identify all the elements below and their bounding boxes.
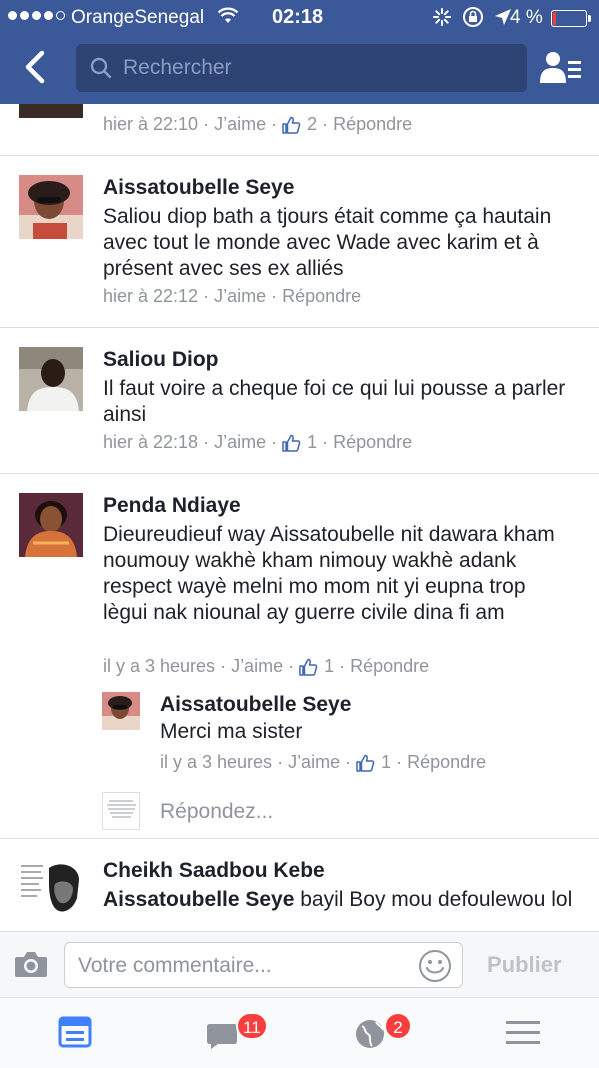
- profile-photo: [19, 858, 83, 922]
- rotation-lock-icon: [463, 7, 483, 27]
- like-link[interactable]: J’aime: [214, 286, 266, 307]
- comment-meta: il y a 3 heures · J’aime · 1 · Répondre: [103, 656, 430, 677]
- like-link[interactable]: J’aime: [231, 656, 283, 677]
- comment-author[interactable]: Aissatoubelle Seye: [103, 176, 294, 200]
- thumbs-up-icon: [282, 116, 301, 134]
- signal-strength-icon: [8, 11, 65, 20]
- menu-icon[interactable]: [503, 1014, 543, 1050]
- reply-author[interactable]: Aissatoubelle Seye: [160, 693, 351, 717]
- status-icons: [432, 6, 512, 28]
- reply-timestamp: il y a 3 heures: [160, 752, 273, 772]
- reply-link[interactable]: Répondre: [333, 432, 412, 453]
- avatar[interactable]: [19, 175, 83, 239]
- comment-author[interactable]: Penda Ndiaye: [103, 494, 241, 518]
- comment-author[interactable]: Saliou Diop: [103, 348, 219, 372]
- notifications-badge: 2: [384, 1012, 412, 1040]
- current-user-avatar: [102, 792, 140, 830]
- comment-item: Saliou Diop Il faut voire a cheque foi c…: [0, 328, 599, 474]
- profile-photo: [19, 493, 83, 557]
- like-link[interactable]: J’aime: [214, 114, 266, 135]
- reply-link[interactable]: Répondre: [333, 114, 412, 135]
- news-feed-icon[interactable]: [56, 1014, 96, 1050]
- reply-meta: il y a 3 heures · J’aime · 1 · Répondre: [160, 752, 487, 773]
- search-bar[interactable]: Rechercher: [76, 44, 527, 92]
- avatar[interactable]: [19, 104, 83, 118]
- tab-bar: 11 2: [0, 997, 599, 1068]
- search-placeholder: Rechercher: [123, 56, 232, 79]
- reply-text: Merci ma sister: [160, 720, 303, 743]
- camera-icon[interactable]: [14, 950, 48, 978]
- reply-link[interactable]: Répondre: [407, 752, 486, 773]
- thumbs-up-icon: [356, 754, 375, 772]
- comment-author[interactable]: Cheikh Saadbou Kebe: [103, 859, 325, 883]
- comment-item: hier à 22:10 · J’aime · 2 · Répondre: [0, 104, 599, 156]
- like-link[interactable]: J’aime: [288, 752, 340, 773]
- like-count: 2: [307, 114, 318, 134]
- comment-timestamp: il y a 3 heures: [103, 656, 216, 676]
- back-chevron-icon[interactable]: [22, 50, 48, 84]
- profile-photo: [19, 175, 83, 239]
- comment-timestamp: hier à 22:12: [103, 286, 199, 306]
- mention-link[interactable]: Aissatoubelle Seye: [103, 888, 294, 911]
- battery-icon: [551, 10, 591, 27]
- comment-text-body: bayil Boy mou defoulewou lol: [294, 888, 573, 911]
- comment-composer: Votre commentaire... Publier: [0, 931, 599, 997]
- comment-item: Aissatoubelle Seye Saliou diop bath a tj…: [0, 156, 599, 328]
- comment-timestamp: hier à 22:18: [103, 432, 199, 452]
- reply-input[interactable]: Répondez...: [160, 800, 273, 824]
- clock: 02:18: [272, 6, 324, 28]
- navigation-bar: OrangeSenegal 02:18 4 % Rechercher: [0, 0, 599, 104]
- thumbs-up-icon: [299, 658, 318, 676]
- comment-text: Dieureudieuf way Aissatoubelle nit dawar…: [103, 523, 555, 624]
- profile-photo: [102, 692, 140, 730]
- comment-meta: hier à 22:10 · J’aime · 2 · Répondre: [103, 114, 413, 135]
- reply-link[interactable]: Répondre: [350, 656, 429, 677]
- emoji-icon[interactable]: [418, 949, 452, 983]
- wifi-icon: [217, 7, 239, 23]
- comment-text: Aissatoubelle Seye bayil Boy mou defoule…: [103, 887, 573, 913]
- messages-icon[interactable]: [202, 1014, 242, 1050]
- comment-timestamp: hier à 22:10: [103, 114, 199, 134]
- activity-spinner-icon: [433, 8, 451, 26]
- carrier-name: OrangeSenegal: [71, 7, 205, 28]
- publish-button[interactable]: Publier: [487, 952, 562, 978]
- comment-placeholder: Votre commentaire...: [78, 954, 272, 977]
- avatar[interactable]: [19, 493, 83, 557]
- comment-list[interactable]: hier à 22:10 · J’aime · 2 · Répondre Ais…: [0, 104, 599, 931]
- like-count: 1: [381, 752, 392, 772]
- reply-link[interactable]: Répondre: [282, 286, 361, 307]
- profile-photo: [19, 347, 83, 411]
- comment-meta: hier à 22:18 · J’aime · 1 · Répondre: [103, 432, 413, 453]
- avatar[interactable]: [19, 347, 83, 411]
- messages-badge: 11: [236, 1012, 268, 1040]
- friend-list-icon[interactable]: [540, 50, 582, 84]
- avatar[interactable]: [19, 858, 83, 922]
- like-link[interactable]: J’aime: [214, 432, 266, 453]
- comment-text: Il faut voire a cheque foi ce qui lui po…: [103, 377, 566, 426]
- like-count: 1: [307, 432, 318, 452]
- reply-author-avatar[interactable]: [102, 692, 140, 730]
- battery-percentage: 4 %: [510, 7, 543, 28]
- status-bar: OrangeSenegal 02:18 4 %: [0, 0, 599, 36]
- comment-text: Saliou diop bath a tjours était comme ça…: [103, 205, 552, 280]
- comment-item: Cheikh Saadbou Kebe Aissatoubelle Seye b…: [0, 839, 599, 931]
- comment-input[interactable]: Votre commentaire...: [64, 942, 463, 988]
- search-icon: [90, 57, 112, 79]
- comment-meta: hier à 22:12 · J’aime · Répondre: [103, 286, 362, 307]
- comment-item: Penda Ndiaye Dieureudieuf way Aissatoube…: [0, 474, 599, 838]
- profile-photo: [103, 793, 139, 829]
- like-count: 1: [324, 656, 335, 676]
- thumbs-up-icon: [282, 434, 301, 452]
